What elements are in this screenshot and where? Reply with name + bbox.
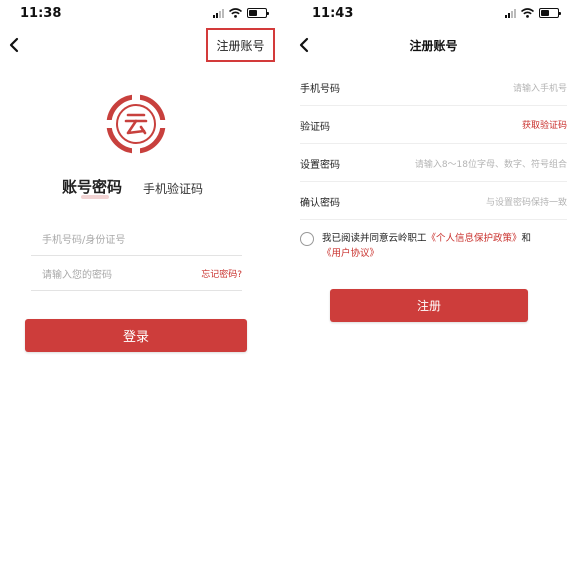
wifi-icon (229, 8, 242, 18)
field-label: 确认密码 (300, 198, 340, 209)
verification-code-field[interactable]: 验证码 获取验证码 (300, 106, 567, 144)
tab-sms-code[interactable]: 手机验证码 (143, 180, 203, 197)
agreement-prefix: 我已阅读并同意云岭职工 (322, 233, 427, 244)
privacy-policy-link[interactable]: 《个人信息保护政策》 (427, 233, 522, 244)
battery-icon (539, 8, 561, 18)
confirm-password-field[interactable]: 确认密码 与设置密码保持一致 (300, 182, 567, 220)
set-password-field[interactable]: 设置密码 请输入8～18位字母、数字、符号组合 (300, 144, 567, 182)
register-account-link[interactable]: 注册账号 (206, 28, 275, 62)
status-bar: 11:38 (0, 0, 278, 28)
status-bar: 11:43 (290, 0, 577, 28)
set-password-input[interactable]: 请输入8～18位字母、数字、符号组合 (415, 157, 567, 170)
get-code-button[interactable]: 获取验证码 (522, 118, 567, 131)
forgot-password-link[interactable]: 忘记密码? (201, 267, 242, 280)
field-label: 手机号码 (300, 84, 340, 95)
radio-unchecked-icon[interactable] (300, 232, 314, 246)
login-screen: 11:38 注册账号 账号密码 手机验证码 手机号码/身份证号 请输入您的密码 … (0, 0, 278, 567)
password-input[interactable]: 请输入您的密码 忘记密码? (31, 261, 242, 291)
status-icons (213, 8, 269, 18)
confirm-password-input[interactable]: 与设置密码保持一致 (486, 195, 567, 208)
logo-icon (106, 94, 166, 154)
status-time: 11:38 (20, 6, 62, 21)
field-label: 设置密码 (300, 160, 340, 171)
status-time: 11:43 (312, 6, 354, 21)
login-button[interactable]: 登录 (25, 319, 247, 352)
phone-id-input[interactable]: 手机号码/身份证号 (31, 226, 242, 256)
phone-id-placeholder: 手机号码/身份证号 (42, 235, 126, 246)
agreement-text: 我已阅读并同意云岭职工《个人信息保护政策》和《用户协议》 (322, 231, 568, 261)
page-title: 注册账号 (409, 39, 458, 53)
agreement-conjunction: 和 (521, 233, 532, 244)
register-button[interactable]: 注册 (330, 289, 528, 322)
field-label: 验证码 (300, 122, 330, 133)
status-icons (505, 8, 561, 18)
password-placeholder: 请输入您的密码 (42, 270, 112, 281)
back-arrow-icon[interactable] (6, 36, 24, 54)
signal-icon (213, 8, 224, 18)
user-agreement-link[interactable]: 《用户协议》 (322, 248, 379, 259)
phone-number-input[interactable]: 请输入手机号 (513, 81, 567, 94)
tab-account-password[interactable]: 账号密码 (62, 176, 122, 197)
battery-icon (247, 8, 269, 18)
register-screen: 11:43 注册账号 手机号码 请输入手机号 验证码 获取验证码 设置密码 请输… (290, 0, 577, 567)
wifi-icon (521, 8, 534, 18)
phone-number-field[interactable]: 手机号码 请输入手机号 (300, 68, 567, 106)
signal-icon (505, 8, 516, 18)
register-form: 手机号码 请输入手机号 验证码 获取验证码 设置密码 请输入8～18位字母、数字… (290, 68, 577, 223)
